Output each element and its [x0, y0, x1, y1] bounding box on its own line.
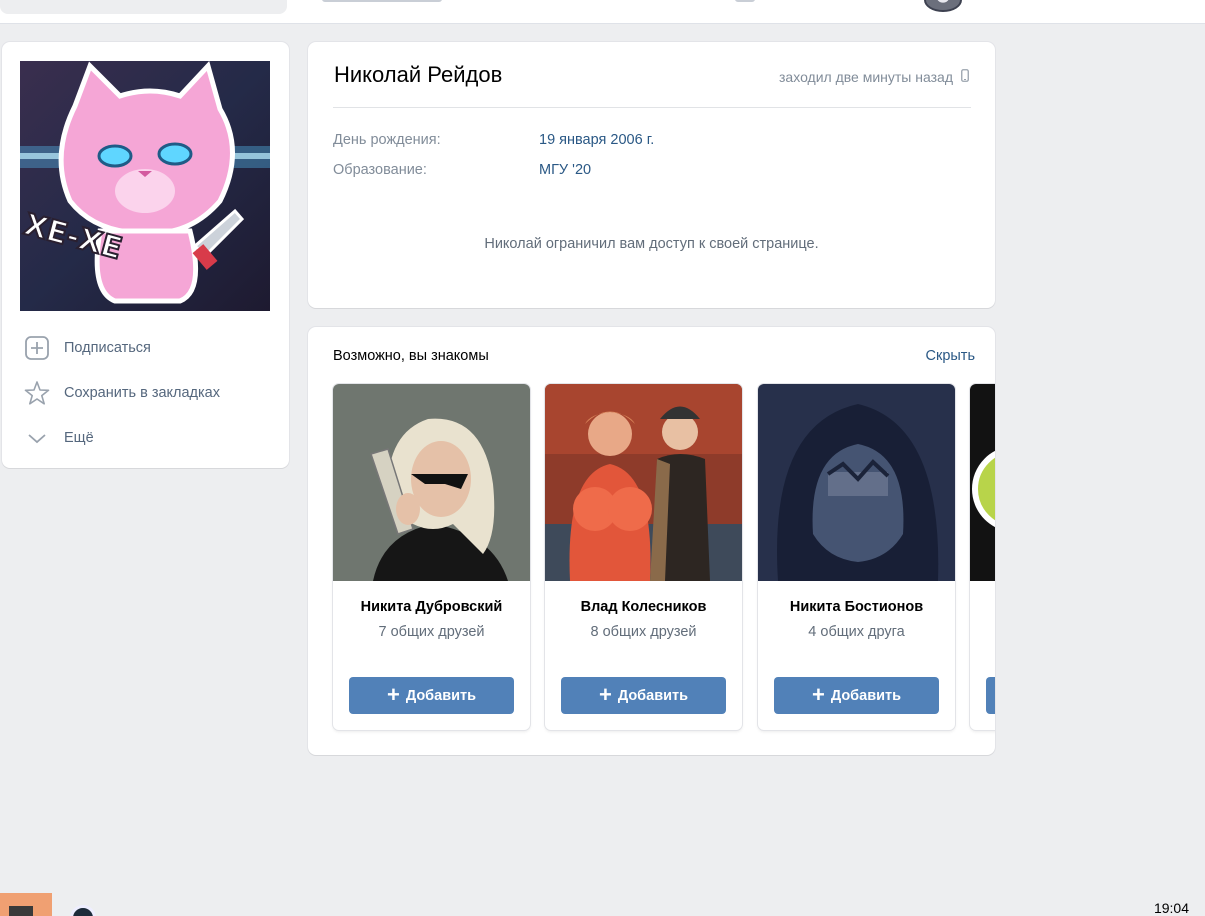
mobile-phone-icon	[961, 69, 969, 85]
plus-icon: +	[386, 681, 400, 707]
friend-name[interactable]: Влад Колесников	[545, 599, 742, 615]
suggestions-title: Возможно, вы знакомы	[333, 348, 489, 364]
friend-suggestion-card: Никита Дубровский 7 общих друзей + Добав…	[333, 384, 530, 730]
add-friend-button[interactable]: + Добавить	[349, 677, 514, 714]
add-friend-button[interactable]: + Добавить	[561, 677, 726, 714]
friend-photo-image	[758, 384, 955, 581]
subscribe-label: Подписаться	[64, 340, 151, 356]
more-label: Ещё	[64, 430, 94, 446]
top-header	[0, 0, 1205, 24]
bookmark-button[interactable]: Сохранить в закладках	[22, 378, 272, 408]
suggestions-card: Возможно, вы знакомы Скрыть Никита Дубро…	[308, 327, 995, 755]
friend-photo[interactable]	[545, 384, 742, 581]
profile-sidebar: ХЕ-ХЕ Подписаться Сохранить в закладках …	[2, 42, 289, 468]
birthday-value[interactable]: 19 января 2006 г.	[539, 132, 654, 148]
birthday-label: День рождения:	[333, 132, 441, 148]
app-icon[interactable]	[70, 905, 96, 916]
plus-icon: +	[811, 681, 825, 707]
add-friend-label: Добавить	[617, 687, 689, 704]
friend-photo[interactable]	[333, 384, 530, 581]
friend-photo[interactable]	[970, 384, 995, 581]
mutual-friends-count[interactable]: 7 общих друзей	[333, 624, 530, 640]
subscribe-button[interactable]: Подписаться	[22, 333, 272, 363]
friend-photo-image	[545, 384, 742, 581]
avatar-image: ХЕ-ХЕ	[20, 61, 270, 311]
add-friend-button[interactable]: + Добавить	[774, 677, 939, 714]
bookmark-label: Сохранить в закладках	[64, 385, 220, 401]
taskbar: 19:04	[0, 893, 1205, 916]
friend-suggestion-card	[970, 384, 995, 730]
restricted-message: Николай ограничил вам доступ к своей стр…	[484, 236, 819, 252]
mutual-friends-count[interactable]: 4 общих друга	[758, 624, 955, 640]
friend-name[interactable]: Никита Бостионов	[758, 599, 955, 615]
friend-name[interactable]: Никита Дубровский	[333, 599, 530, 615]
education-value[interactable]: МГУ '20	[539, 162, 591, 178]
header-nav-fragment	[735, 0, 755, 2]
friend-photo[interactable]	[758, 384, 955, 581]
last-seen-text: заходил две минуты назад	[779, 69, 953, 85]
friend-photo-image	[970, 384, 995, 581]
add-friend-label: Добавить	[405, 687, 477, 704]
plus-icon: +	[598, 681, 612, 707]
last-seen-status: заходил две минуты назад	[779, 69, 969, 85]
profile-name: Николай Рейдов	[334, 62, 503, 87]
friend-photo-image	[333, 384, 530, 581]
search-input[interactable]	[0, 0, 287, 14]
plus-square-icon	[22, 333, 52, 363]
friend-suggestion-card: Влад Колесников 8 общих друзей + Добавит…	[545, 384, 742, 730]
add-friend-button[interactable]	[986, 677, 995, 714]
taskbar-clock[interactable]: 19:04	[1154, 900, 1189, 916]
add-friend-label: Добавить	[830, 687, 902, 704]
star-icon	[22, 378, 52, 408]
user-avatar[interactable]	[924, 0, 962, 12]
mutual-friends-count[interactable]: 8 общих друзей	[545, 624, 742, 640]
education-label: Образование:	[333, 162, 427, 178]
divider	[333, 107, 971, 108]
more-button[interactable]: Ещё	[22, 423, 272, 453]
friend-suggestion-card: Никита Бостионов 4 общих друга + Добавит…	[758, 384, 955, 730]
start-button[interactable]	[0, 893, 52, 916]
chevron-down-icon	[22, 423, 52, 453]
profile-avatar[interactable]: ХЕ-ХЕ	[20, 61, 270, 311]
windows-icon	[9, 906, 33, 916]
header-nav-fragment	[322, 0, 442, 2]
hide-suggestions-link[interactable]: Скрыть	[926, 348, 976, 364]
profile-info-card: Николай Рейдов заходил две минуты назад …	[308, 42, 995, 308]
